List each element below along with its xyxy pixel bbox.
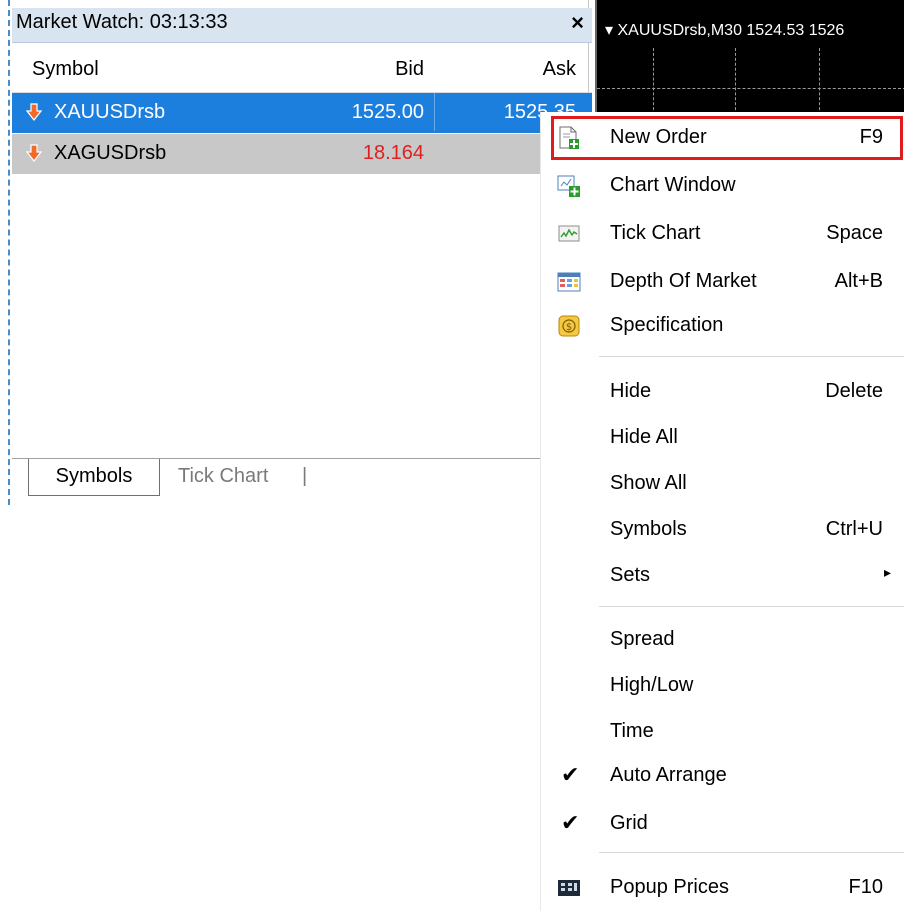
symbol-name: XAGUSDrsb bbox=[54, 142, 167, 164]
menu-item-show-all[interactable]: Show All bbox=[541, 462, 904, 506]
context-menu: New Order F9 Chart Window Tick Chart Spa… bbox=[540, 112, 904, 911]
market-watch-title-bar[interactable]: Market Watch: 03:13:33 × bbox=[12, 8, 592, 43]
market-watch-panel: Market Watch: 03:13:33 × Symbol Bid Ask … bbox=[0, 0, 600, 514]
menu-item-depth-of-market[interactable]: Depth Of Market Alt+B bbox=[541, 260, 904, 304]
chart-window-icon bbox=[557, 175, 580, 197]
menu-item-label: Show All bbox=[610, 472, 687, 494]
menu-separator bbox=[599, 852, 904, 853]
column-header-symbol[interactable]: Symbol bbox=[32, 58, 99, 81]
menu-item-grid[interactable]: ✔ Grid bbox=[541, 802, 904, 846]
menu-item-label: Tick Chart bbox=[610, 222, 701, 244]
menu-item-hide[interactable]: Hide Delete bbox=[541, 370, 904, 414]
menu-item-label: Sets bbox=[610, 564, 651, 586]
symbol-name: XAUUSDrsb bbox=[54, 101, 166, 123]
menu-item-symbols[interactable]: Symbols Ctrl+U bbox=[541, 508, 904, 552]
svg-text:$: $ bbox=[566, 322, 572, 333]
tab-separator: | bbox=[302, 465, 308, 487]
chart-grid-line bbox=[735, 48, 736, 120]
menu-item-shortcut: Delete bbox=[825, 380, 883, 402]
depth-of-market-icon bbox=[557, 272, 581, 292]
specification-icon: $ bbox=[558, 315, 580, 337]
menu-item-shortcut: F10 bbox=[848, 876, 883, 898]
menu-item-tick-chart[interactable]: Tick Chart Space bbox=[541, 212, 904, 256]
column-header-ask[interactable]: Ask bbox=[543, 58, 576, 81]
menu-item-spread[interactable]: Spread bbox=[541, 618, 904, 662]
table-row[interactable]: XAUUSDrsb 1525.00 1525.35 bbox=[12, 93, 592, 133]
menu-item-shortcut: Space bbox=[826, 222, 883, 244]
menu-item-shortcut: F9 bbox=[859, 126, 883, 148]
bid-price: 1525.00 bbox=[351, 101, 424, 123]
menu-separator bbox=[599, 606, 904, 607]
bid-price: 18.164 bbox=[362, 142, 424, 164]
new-order-icon bbox=[559, 126, 579, 149]
tab-symbols[interactable]: Symbols bbox=[28, 459, 160, 496]
menu-item-new-order[interactable]: New Order F9 bbox=[541, 116, 904, 160]
down-arrow-icon bbox=[26, 144, 42, 162]
chart-title: ▾ XAUUSDrsb,M30 1524.53 1526 bbox=[605, 22, 845, 39]
chart-window[interactable]: ▾ XAUUSDrsb,M30 1524.53 1526 bbox=[595, 0, 904, 120]
menu-item-chart-window[interactable]: Chart Window bbox=[541, 164, 904, 208]
menu-item-sets[interactable]: Sets ▸ bbox=[541, 554, 904, 598]
menu-item-label: Depth Of Market bbox=[610, 270, 757, 292]
menu-item-label: Specification bbox=[610, 314, 724, 336]
tab-tick-chart[interactable]: Tick Chart bbox=[178, 465, 268, 488]
menu-item-auto-arrange[interactable]: ✔ Auto Arrange bbox=[541, 754, 904, 798]
menu-item-hide-all[interactable]: Hide All bbox=[541, 416, 904, 460]
menu-item-label: Spread bbox=[610, 628, 675, 650]
chart-grid-line bbox=[819, 48, 820, 120]
menu-item-shortcut: Ctrl+U bbox=[825, 518, 883, 540]
menu-item-specification[interactable]: $ Specification bbox=[541, 304, 904, 348]
menu-item-shortcut: Alt+B bbox=[834, 270, 883, 292]
panel-dock-guide bbox=[8, 0, 10, 505]
menu-item-label: Grid bbox=[610, 812, 648, 834]
menu-item-label: Popup Prices bbox=[610, 876, 729, 898]
market-watch-title: Market Watch: 03:13:33 bbox=[16, 11, 228, 33]
column-header-bid[interactable]: Bid bbox=[395, 58, 424, 81]
menu-item-label: Hide All bbox=[610, 426, 678, 448]
menu-separator bbox=[599, 356, 904, 357]
down-arrow-icon bbox=[26, 103, 42, 121]
chart-grid-line bbox=[653, 48, 654, 120]
close-icon[interactable]: × bbox=[571, 10, 584, 36]
menu-item-label: Auto Arrange bbox=[610, 764, 727, 786]
tick-chart-icon bbox=[558, 225, 580, 242]
popup-prices-icon bbox=[558, 880, 580, 896]
menu-item-label: Hide bbox=[610, 380, 652, 402]
menu-item-label: New Order bbox=[610, 126, 707, 148]
menu-item-label: Time bbox=[610, 720, 654, 742]
table-row[interactable]: XAGUSDrsb 18.164 18 bbox=[12, 134, 592, 174]
bottom-tab-bar: Symbols Tick Chart | bbox=[12, 458, 592, 507]
submenu-arrow-icon: ▸ bbox=[883, 564, 891, 580]
menu-item-label: Chart Window bbox=[610, 174, 736, 196]
chart-grid-line bbox=[597, 88, 904, 89]
menu-item-popup-prices[interactable]: Popup Prices F10 bbox=[541, 866, 904, 910]
table-header: Symbol Bid Ask bbox=[12, 44, 592, 93]
menu-item-time[interactable]: Time bbox=[541, 710, 904, 754]
menu-item-label: High/Low bbox=[610, 674, 694, 696]
menu-item-label: Symbols bbox=[610, 518, 687, 540]
chart-title-text: XAUUSDrsb,M30 1524.53 1526 bbox=[617, 22, 845, 39]
menu-item-high-low[interactable]: High/Low bbox=[541, 664, 904, 708]
checkmark-icon: ✔ bbox=[561, 810, 580, 835]
checkmark-icon: ✔ bbox=[561, 762, 580, 787]
